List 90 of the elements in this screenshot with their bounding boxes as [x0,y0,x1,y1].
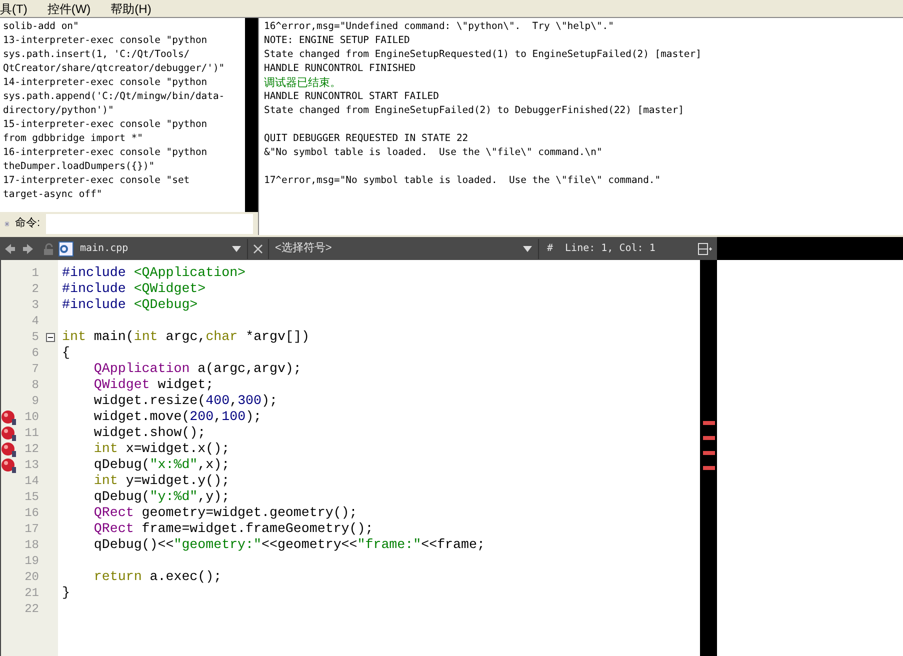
caret-icon [523,246,532,252]
breakpoint-marker [703,436,715,440]
log-line: 15-interpreter-exec console "python [3,118,208,132]
line-number: 1 [30,265,39,282]
log-line: 17-interpreter-exec console "set [3,174,191,188]
code-line: int y=widget.y(); [92,473,230,488]
forward-arrow-icon[interactable] [23,244,33,254]
breakpoint-icon[interactable] [1,442,17,456]
breakpoint-marker [703,466,715,470]
line-number: 7 [30,361,39,378]
line-number: 18 [24,537,39,554]
log-line: sys.path.insert(1, 'C:/Qt/Tools/ [3,48,191,62]
close-icon[interactable] [253,244,263,254]
file-name[interactable]: main.cpp [80,241,232,256]
line-number: 5 [30,329,39,346]
command-label: 命令: [14,216,40,232]
line-number: 9 [30,393,39,410]
cpp-file-icon [58,240,74,256]
line-number: 13 [24,457,39,474]
code-line: QApplication a(argc,argv); [92,361,302,376]
line-number: 12 [24,441,39,458]
log-line: from gdbbridge import *" [3,132,144,146]
line-number: 16 [24,505,39,522]
log-line: solib-add on" [3,20,80,34]
log-line: 17^error,msg="No symbol table is loaded. Use the \"file\" command." [264,174,662,188]
line-number: 15 [24,489,39,506]
code-line: { [62,345,70,360]
breakpoint-icon[interactable] [1,458,17,472]
log-line: target-async off" [3,188,104,202]
code-line: widget.show(); [92,425,206,440]
caret-icon [232,246,241,252]
log-line: HANDLE RUNCONTROL START FAILED [264,90,440,104]
split-icon[interactable] [698,242,712,254]
code-line: return a.exec(); [92,569,222,584]
line-number: 21 [24,585,39,602]
log-line: HANDLE RUNCONTROL FINISHED [264,62,417,76]
breakpoint-marker [703,451,715,455]
log-line: 13-interpreter-exec console "python [3,34,208,48]
code-line: int main(int argc,char *argv[]) [62,329,310,344]
code-line: #include <QWidget> [62,281,206,296]
menu-item[interactable]: 控件(W) [47,0,91,18]
line-number: 14 [24,473,39,490]
log-line: NOTE: ENGINE SETUP FAILED [264,34,411,48]
code-line: } [62,585,70,600]
breakpoint-icon[interactable] [1,426,17,440]
breakpoint-marker [703,421,715,425]
line-number: 11 [24,425,39,442]
menu-item[interactable]: 帮助(H) [110,0,152,18]
line-number: 4 [30,313,39,330]
line-number: 3 [30,297,39,314]
code-line: #include <QApplication> [62,265,246,280]
breakpoint-icon[interactable] [1,410,17,424]
line-number: 22 [24,601,39,618]
code-line: qDebug("x:%d",x); [92,457,230,472]
line-number: 19 [24,553,39,570]
log-line: QUIT DEBUGGER REQUESTED IN STATE 22 [264,132,470,146]
line-number: 10 [24,409,39,426]
log-line: 16^error,msg="Undefined command: \"python\". Try \"help\"." [264,20,615,34]
code-line: QRect frame=widget.frameGeometry(); [92,521,374,536]
log-line: 16-interpreter-exec console "python [3,146,208,160]
fold-icon[interactable] [46,332,55,342]
line-number: 17 [24,521,39,538]
lock-icon [43,242,55,254]
line-number: 8 [30,377,39,394]
back-arrow-icon[interactable] [5,244,15,254]
log-line: sys.path.append('C:/Qt/mingw/bin/data- [3,90,226,104]
log-line: theDumper.loadDumpers({})" [3,160,156,174]
log-line: State changed from EngineSetupFailed(2) to DebuggerFinished(22) [master] [264,104,685,118]
hash-mark: # [547,242,554,256]
line-number: 20 [24,569,39,586]
code-line: QWidget widget; [92,377,214,392]
log-line: 14-interpreter-exec console "python [3,76,208,90]
code-line: qDebug()<<"geometry:"<<geometry<<"frame:"<<frame; [92,537,485,552]
log-line: 调试器已结束。 [264,76,342,90]
log-line: &"No symbol table is loaded. Use the \"file\" command.\n" [264,146,604,160]
code-line: #include <QDebug> [62,297,198,312]
code-line: widget.move(200,100); [92,409,262,424]
code-line: QRect geometry=widget.geometry(); [92,505,358,520]
code-line: qDebug("y:%d",y); [92,489,230,504]
command-field[interactable] [46,214,253,234]
code-line: widget.resize(400,300); [92,393,278,408]
menu-item[interactable]: 具(T) [0,0,28,18]
log-line: directory/python')" [3,104,115,118]
log-line: QtCreator/share/qtcreator/debugger/')" [3,62,226,76]
cursor-position: Line: 1, Col: 1 [565,242,656,256]
code-line: int x=widget.x(); [92,441,230,456]
line-number: 2 [30,281,39,298]
symbol-selector[interactable]: <选择符号> [275,240,523,257]
line-number: 6 [30,345,39,362]
log-line: State changed from EngineSetupRequested(1) to EngineSetupFailed(2) [master] [264,48,702,62]
